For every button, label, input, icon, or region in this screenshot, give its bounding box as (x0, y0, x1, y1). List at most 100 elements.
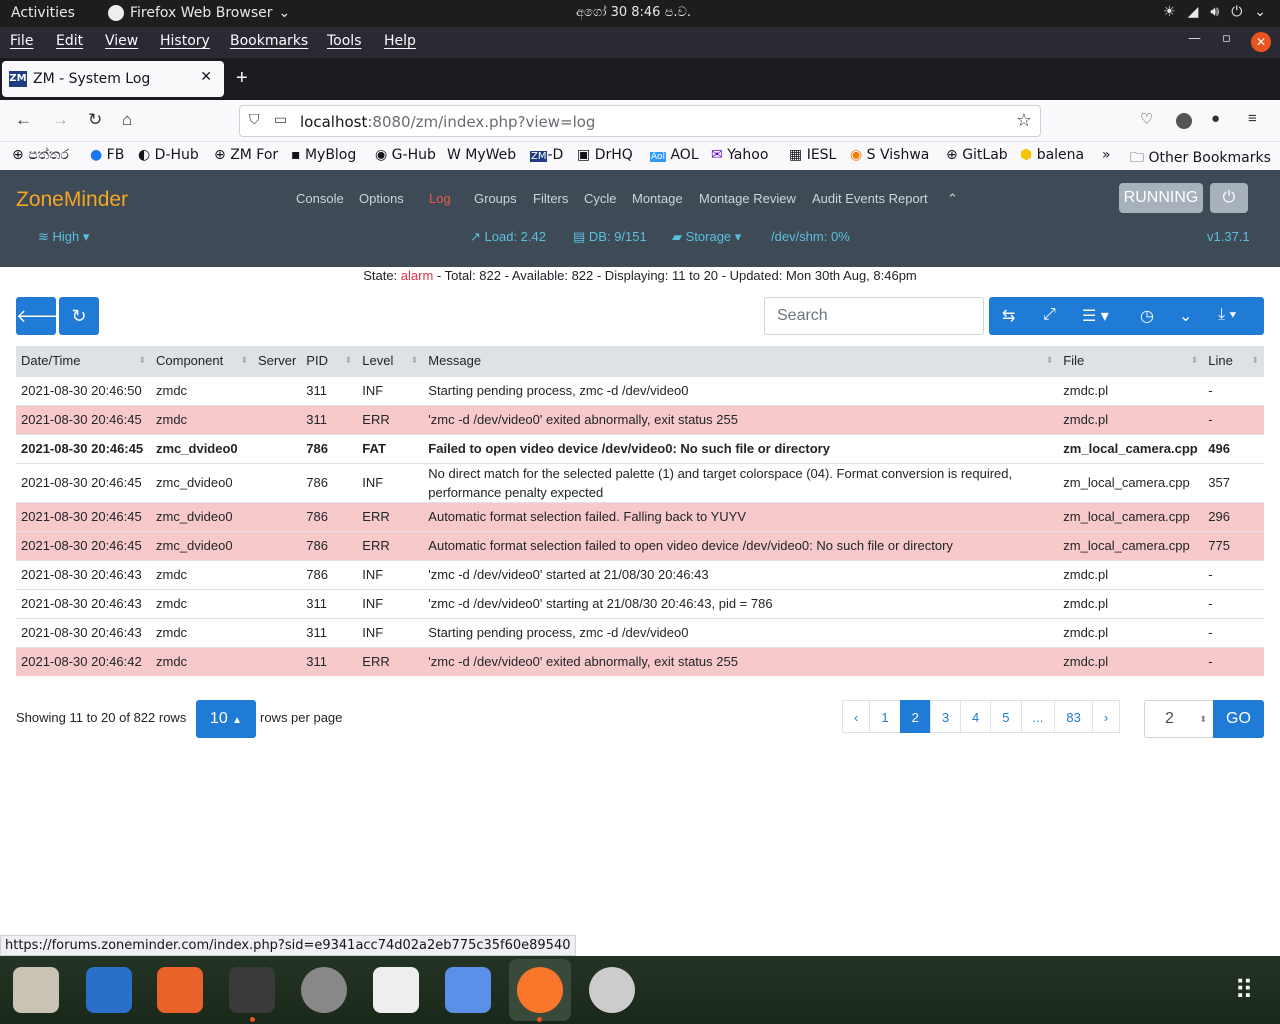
extensions-icon[interactable]: ● (1211, 110, 1220, 127)
forward-icon[interactable]: → (52, 110, 69, 130)
table-row[interactable]: 2021-08-30 20:46:45 zmc_dvideo0 786 ERR Auto… (16, 530, 1264, 560)
nav-log[interactable]: Log (429, 191, 451, 206)
bookmark-item[interactable]: ZM-D (530, 147, 563, 163)
files-icon[interactable] (13, 967, 59, 1013)
column-header-line[interactable]: Line ⬍ (1203, 346, 1264, 376)
stepper-icon[interactable]: ⬍ (1199, 701, 1207, 737)
home-icon[interactable]: ⌂ (122, 110, 132, 130)
column-header-level[interactable]: Level ⬍ (357, 346, 424, 376)
page-number-input[interactable]: 2 ⬍ (1144, 700, 1214, 738)
show-apps-icon[interactable]: ⠿ (1221, 967, 1267, 1013)
new-tab-icon[interactable]: + (236, 67, 248, 90)
nav-montage[interactable]: Montage (632, 191, 683, 206)
menu-tools[interactable]: Tools (327, 33, 362, 49)
nav-cycle[interactable]: Cycle (584, 191, 617, 206)
fullscreen-icon[interactable]: ⤢ (1043, 306, 1056, 324)
table-row[interactable]: 2021-08-30 20:46:43 zmdc 311 INF Starting pe… (16, 617, 1264, 647)
bookmark-item[interactable]: ⊕ GitLab (946, 147, 1008, 163)
close-window-icon[interactable]: ✕ (1251, 32, 1271, 52)
table-row[interactable]: 2021-08-30 20:46:45 zmdc 311 ERR'zmc -d /de… (16, 404, 1264, 434)
other-bookmarks-folder[interactable]: 🗀︎ Other Bookmarks (1130, 147, 1271, 171)
pocket-icon[interactable]: ♡ (1140, 110, 1153, 128)
nav-console[interactable]: Console (296, 191, 344, 206)
bookmark-item[interactable]: W MyWeb (447, 147, 516, 163)
menu-edit[interactable]: Edit (56, 33, 83, 49)
power-icon[interactable]: ⏻ (1210, 183, 1248, 213)
text-editor-icon[interactable] (373, 967, 419, 1013)
reload-icon[interactable]: ↻ (88, 110, 102, 130)
clock[interactable]: අගෝ 30 8:46 ප.ව. (576, 5, 691, 20)
writer-icon[interactable] (86, 967, 132, 1013)
software-center-icon[interactable] (157, 967, 203, 1013)
menu-file[interactable]: File (10, 33, 33, 49)
chevron-down-icon[interactable]: ⌄ (1179, 306, 1192, 326)
app-menu[interactable]: Firefox Web Browser ⌄ (108, 5, 290, 21)
activities-button[interactable]: Activities (11, 5, 75, 21)
page-link[interactable]: 3 (929, 700, 962, 733)
bookmark-item[interactable]: ▣ DrHQ (577, 147, 633, 163)
export-icon[interactable]: ⤓ ▾ (1218, 306, 1236, 324)
nav-filters[interactable]: Filters (533, 191, 568, 206)
updater-icon[interactable] (301, 967, 347, 1013)
page-link[interactable]: 2 (899, 700, 931, 733)
column-header-component[interactable]: Component ⬍ (151, 346, 253, 376)
shield-icon[interactable]: ⛉ (249, 112, 260, 128)
disc-icon[interactable] (589, 967, 635, 1013)
table-row[interactable]: 2021-08-30 20:46:45 zmc_dvideo0 786 FAT Fail… (16, 433, 1264, 463)
columns-icon[interactable]: ☰ ▾ (1082, 306, 1109, 326)
page-link[interactable]: 83 (1054, 700, 1093, 733)
close-tab-icon[interactable]: ✕ (200, 69, 212, 85)
nav-montage-review[interactable]: Montage Review (699, 191, 796, 206)
column-header-server[interactable]: Server (253, 346, 302, 376)
more-bookmarks-icon[interactable]: » (1102, 147, 1111, 163)
url-bar[interactable]: ⛉ ▭ localhost:8080/zm/index.php?view=log… (239, 105, 1041, 137)
tab-system-log[interactable]: ZM ZM - System Log ✕ (2, 61, 224, 97)
nav-options[interactable]: Options (359, 191, 404, 206)
refresh-button[interactable]: ↻ (59, 297, 99, 335)
page-link[interactable]: 5 (990, 700, 1022, 733)
rows-per-page-dropdown[interactable]: 10 ▲ (196, 700, 256, 738)
version-link[interactable]: v1.37.1 (1207, 229, 1250, 244)
bookmark-item[interactable]: ▪ MyBlog (291, 147, 356, 163)
bookmark-item[interactable]: Aol AOL (650, 147, 699, 163)
zm-brand[interactable]: ZoneMinder (16, 188, 128, 212)
table-row[interactable]: 2021-08-30 20:46:42 zmdc 311 ERR'zmc -d /de… (16, 646, 1264, 676)
maximize-icon[interactable]: ▫ (1222, 31, 1231, 46)
bookmark-star-icon[interactable]: ☆ (1016, 110, 1032, 131)
bookmark-item[interactable]: ⊕ පත්තර (12, 147, 69, 163)
bookmark-item[interactable]: ✉ Yahoo (711, 147, 768, 163)
bookmark-item[interactable]: ◉ S Vishwa (850, 147, 929, 163)
page-info-icon[interactable]: ▭ (274, 112, 287, 128)
terminal-icon[interactable] (229, 967, 275, 1013)
table-row[interactable]: 2021-08-30 20:46:43 zmdc 311 INF'zmc -d /de… (16, 588, 1264, 618)
hamburger-menu-icon[interactable]: ≡ (1248, 110, 1257, 127)
bookmark-item[interactable]: ⊕ ZM For (214, 147, 278, 163)
search-input[interactable] (764, 297, 984, 335)
collapse-up-icon[interactable]: ⌃ (947, 191, 958, 207)
auto-refresh-icon[interactable]: ⇆ (1002, 306, 1015, 326)
bookmark-item[interactable]: ⬢ balena (1020, 147, 1084, 163)
clock-icon[interactable]: ◷ (1140, 306, 1154, 326)
column-header-pid[interactable]: PID ⬍ (301, 346, 358, 376)
menu-view[interactable]: View (105, 33, 138, 49)
storage-dropdown[interactable]: ▰ Storage ▾ (672, 229, 741, 245)
bookmark-item[interactable]: ● FB (90, 147, 124, 163)
table-row[interactable]: 2021-08-30 20:46:45 zmc_dvideo0 786 INF No d… (16, 462, 1264, 502)
back-button[interactable]: 🡐 (16, 297, 64, 335)
nav-audit-events-report[interactable]: Audit Events Report (812, 191, 928, 206)
page-link[interactable]: › (1091, 700, 1121, 733)
running-state-button[interactable]: RUNNING (1119, 183, 1203, 213)
table-row[interactable]: 2021-08-30 20:46:50 zmdc 311 INF Starting pe… (16, 375, 1264, 405)
system-tray[interactable]: ☀ ◢ 🔊︎ ⏻ ⌄ (1163, 4, 1266, 20)
page-link[interactable]: 1 (869, 700, 901, 733)
menu-help[interactable]: Help (384, 33, 416, 49)
column-header-file[interactable]: File ⬍ (1058, 346, 1204, 376)
column-header-message[interactable]: Message ⬍ (423, 346, 1059, 376)
page-link[interactable]: ‹ (842, 700, 871, 733)
menu-bookmarks[interactable]: Bookmarks (230, 33, 308, 49)
account-avatar-icon[interactable] (1176, 113, 1192, 129)
bookmark-item[interactable]: ▦ IESL (789, 147, 836, 163)
minimize-icon[interactable]: — (1188, 31, 1201, 46)
bandwidth-dropdown[interactable]: ≋ High ▾ (38, 229, 89, 245)
column-header-datetime[interactable]: Date/Time ⬍ (16, 346, 151, 376)
